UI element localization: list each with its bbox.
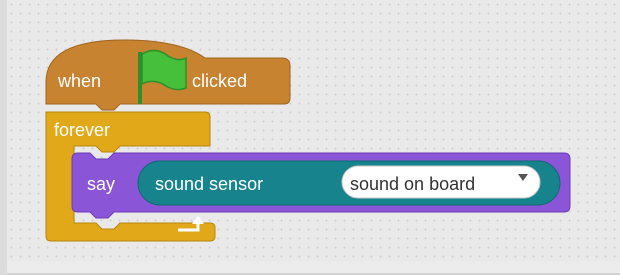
hat-label-clicked: clicked <box>192 71 248 91</box>
editor-frame: when clicked forever say sound sensor so… <box>0 0 620 275</box>
hat-label-when: when <box>58 71 102 91</box>
sound-sensor-label: sound sensor <box>155 174 264 194</box>
forever-label: forever <box>54 120 111 140</box>
dropdown-value[interactable]: sound on board <box>350 175 475 193</box>
say-label: say <box>87 174 116 194</box>
